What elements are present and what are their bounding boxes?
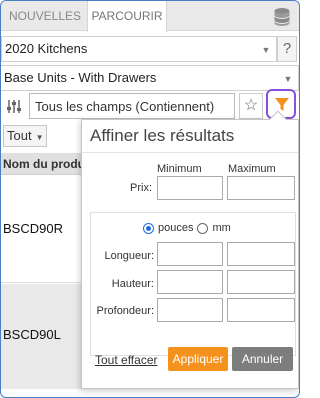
radio-mm[interactable] <box>197 222 209 234</box>
filter-panel: Affiner les résultats Minimum Maximum Pr… <box>81 110 299 389</box>
divider <box>82 152 298 153</box>
catalog-select[interactable]: 2020 Kitchens ▼ <box>1 36 277 62</box>
tab-parcourir[interactable]: PARCOURIR <box>87 1 167 32</box>
clear-all-link[interactable]: Tout effacer <box>95 353 157 367</box>
help-button[interactable]: ? <box>277 36 297 62</box>
sliders-icon <box>7 100 21 113</box>
unit-radio-group: pouces mm <box>143 222 231 234</box>
database-icon[interactable] <box>273 7 291 27</box>
app-window: NOUVELLES PARCOURIR 2020 Kitchens ▼ ? Ba… <box>0 0 300 398</box>
catalog-select-value: 2020 Kitchens <box>5 41 88 56</box>
search-input[interactable] <box>29 93 235 119</box>
sliders-button[interactable] <box>3 93 25 119</box>
radio-mm-label: mm <box>212 222 231 234</box>
filter-dropdown[interactable]: Tout ▼ <box>3 125 47 147</box>
height-min-input[interactable] <box>157 270 223 294</box>
product-name-cell: BSCD90L <box>3 327 61 342</box>
radio-pouces-label: pouces <box>158 222 194 234</box>
height-label: Hauteur: <box>111 278 154 290</box>
table-row[interactable]: BSCD90R <box>1 175 83 283</box>
price-label: Prix: <box>130 182 152 194</box>
chevron-down-icon: ▼ <box>283 74 293 84</box>
apply-button[interactable]: Appliquer <box>168 347 228 371</box>
chevron-down-icon: ▼ <box>261 45 271 55</box>
category-select-value: Base Units - With Drawers <box>4 70 157 85</box>
length-max-input[interactable] <box>227 242 295 266</box>
length-min-input[interactable] <box>157 242 223 266</box>
height-max-input[interactable] <box>227 270 295 294</box>
depth-min-input[interactable] <box>157 298 223 322</box>
maximum-label: Maximum <box>228 163 276 175</box>
price-max-input[interactable] <box>227 176 295 200</box>
category-select[interactable]: Base Units - With Drawers ▼ <box>1 65 299 91</box>
depth-label: Profondeur: <box>96 305 154 317</box>
cancel-button[interactable]: Annuler <box>232 347 293 371</box>
column-header-product-name[interactable]: Nom du produit <box>1 153 83 175</box>
depth-max-input[interactable] <box>227 298 295 322</box>
help-icon: ? <box>282 40 292 57</box>
filter-dropdown-value: Tout <box>7 128 32 143</box>
tab-bar: NOUVELLES PARCOURIR <box>1 1 299 32</box>
star-icon: ☆ <box>243 97 259 114</box>
favorites-button[interactable]: ☆ <box>239 93 263 119</box>
chevron-down-icon: ▼ <box>35 133 44 142</box>
length-label: Longueur: <box>104 250 154 262</box>
tab-nouvelles[interactable]: NOUVELLES <box>9 1 87 31</box>
price-min-input[interactable] <box>157 176 223 200</box>
product-name-cell: BSCD90R <box>3 221 63 236</box>
radio-pouces[interactable] <box>143 222 154 234</box>
filter-panel-title: Affiner les résultats <box>90 126 235 145</box>
minimum-label: Minimum <box>157 163 202 175</box>
table-row[interactable]: BSCD90L <box>1 284 83 389</box>
